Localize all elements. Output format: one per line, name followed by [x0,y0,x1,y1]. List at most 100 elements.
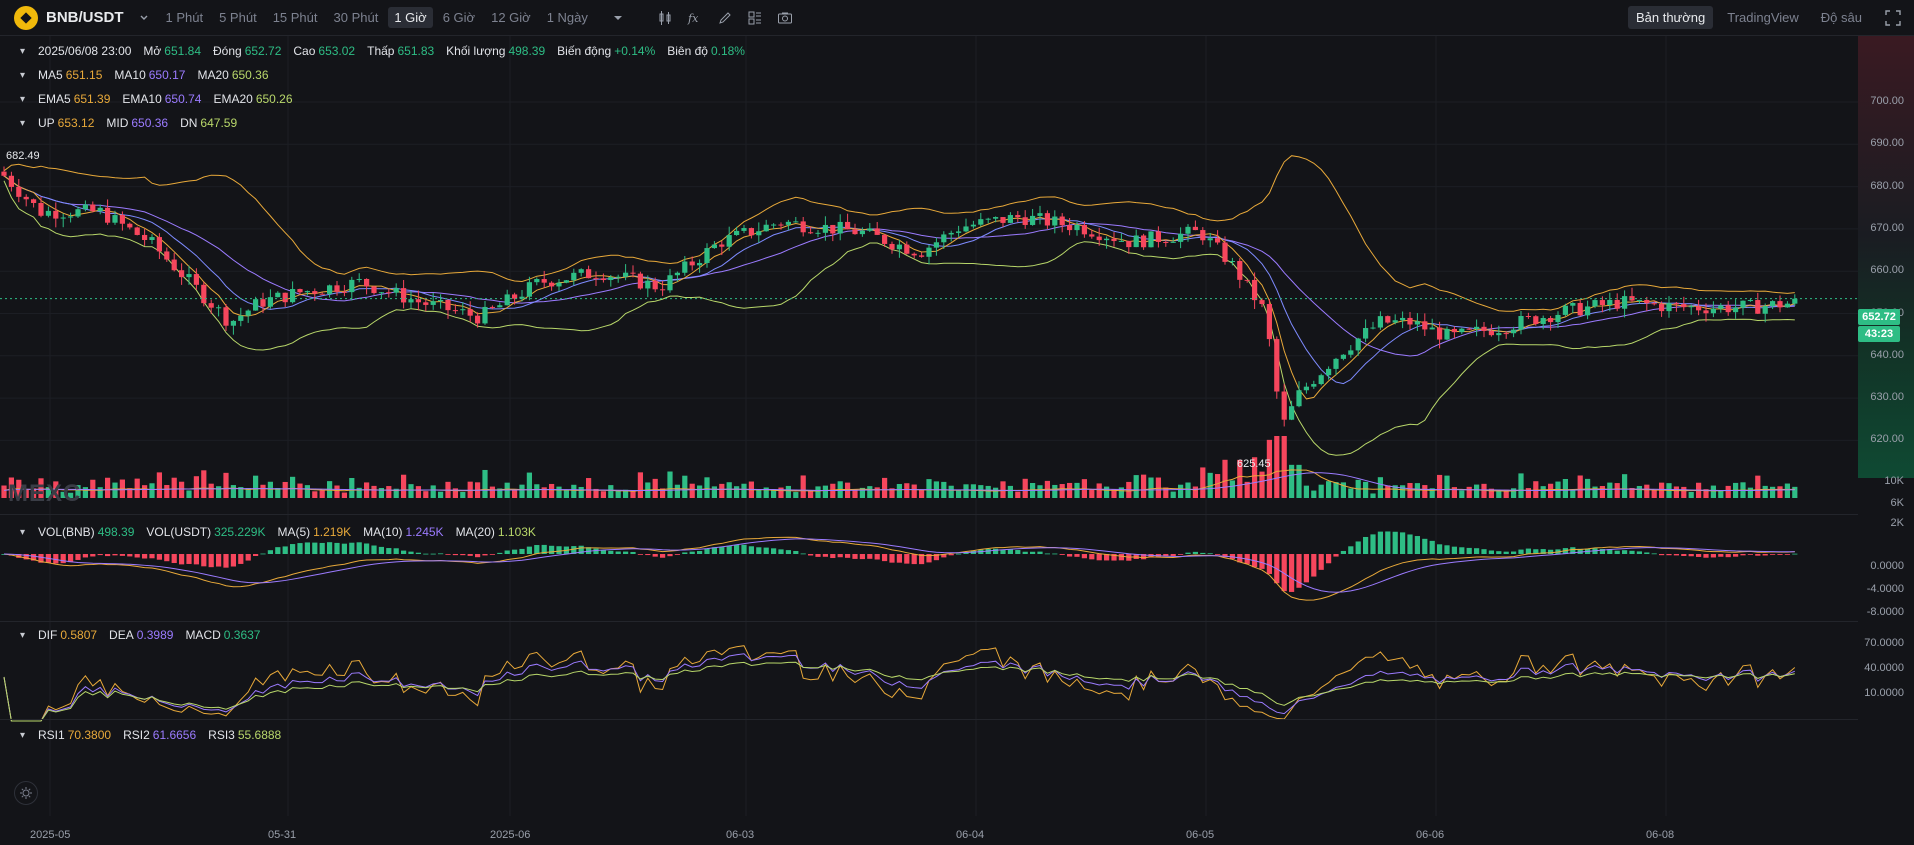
interval-tab[interactable]: 6 Giờ [437,7,481,28]
candle-body [297,289,303,293]
candle-body [704,248,710,263]
fullscreen-icon[interactable] [1884,9,1902,27]
interval-tab[interactable]: 30 Phút [328,7,385,28]
macd-histogram-bar [1015,550,1021,554]
candle-body [223,307,229,326]
candle-body [1437,327,1443,340]
vol-usdt-label: VOL(USDT) [146,525,212,539]
volume-bar [778,487,784,498]
candle-body [615,276,621,278]
macd-histogram-bar [1614,550,1620,554]
macd-histogram-bar [1118,554,1124,561]
volume-bar [556,486,562,498]
candle-body [1363,328,1369,339]
volume-bar [386,486,392,498]
volume-bar [549,483,555,498]
macd-histogram-bar [1392,531,1398,554]
interval-dropdown-icon[interactable] [610,10,626,26]
candle-body [1407,317,1413,325]
collapse-arrow-icon[interactable]: ▾ [20,46,32,57]
macd-histogram-bar [312,542,318,554]
candle-body [852,229,858,235]
volume-bar [904,483,910,498]
candle-body [822,224,828,233]
chart-canvas[interactable] [0,36,1914,845]
interval-tab[interactable]: 1 Ngày [541,7,594,28]
candle-body [1118,240,1124,242]
view-tab[interactable]: Bản thường [1627,6,1714,29]
candle-body [371,286,377,294]
candle-body [253,299,259,311]
volume-bar [1466,486,1472,498]
collapse-arrow-icon[interactable]: ▾ [20,527,32,538]
volume-bar [1444,475,1450,498]
pane-divider[interactable] [0,514,1858,515]
symbol-selector[interactable]: BNB/USDT [14,5,124,30]
interval-tab[interactable]: 1 Giờ [388,7,433,28]
macd-histogram-bar [1074,554,1080,557]
dea-label: DEA [109,628,134,642]
macd-histogram-bar [475,554,481,558]
macd-histogram-bar [785,550,791,554]
volume-bar [90,479,96,498]
candle-body [23,196,29,200]
pane-divider[interactable] [0,719,1858,720]
interval-tab[interactable]: 12 Giờ [485,7,537,28]
volume-bar [1089,488,1095,498]
pane-divider[interactable] [0,621,1858,622]
ema10-label: EMA10 [122,92,162,106]
macd-histogram-bar [889,554,895,563]
interval-tab[interactable]: 5 Phút [213,7,263,28]
layout-grid-icon[interactable] [740,6,770,30]
boll-legend: ▾ UP 653.12 MID 650.36 DN 647.59 [20,116,249,130]
chevron-down-icon[interactable] [136,10,152,26]
collapse-arrow-icon[interactable]: ▾ [20,70,32,81]
draw-pencil-icon[interactable] [710,6,740,30]
candle-body [260,299,266,307]
candle-type-icon[interactable] [650,6,680,30]
candle-body [793,221,799,223]
vol-ma10-value: 1.245K [405,525,444,539]
macd-histogram-bar [1096,554,1102,561]
collapse-arrow-icon[interactable]: ▾ [20,630,32,641]
view-tab[interactable]: Độ sâu [1813,6,1870,29]
candle-body [1126,240,1132,248]
macd-histogram-bar [1370,534,1376,554]
rsi3-value: 55.6888 [237,728,282,742]
volume-bar [371,485,377,498]
candle-body [1540,318,1546,324]
low-marker: 625.45 [1237,458,1271,470]
volume-bar [1385,485,1391,498]
volume-bar [482,469,488,498]
collapse-arrow-icon[interactable]: ▾ [20,118,32,129]
collapse-arrow-icon[interactable]: ▾ [20,94,32,105]
candle-body [563,280,569,283]
candle-body [1281,391,1287,420]
volume-bar [793,492,799,498]
close-value: 652.72 [244,44,282,58]
interval-tab[interactable]: 15 Phút [267,7,324,28]
candle-body [1148,231,1154,248]
collapse-arrow-icon[interactable]: ▾ [20,730,32,741]
volume-bar [304,485,310,498]
camera-icon[interactable] [770,6,800,30]
candle-body [970,224,976,227]
macd-histogram-bar [253,554,259,557]
volume-bar [1141,474,1147,498]
indicator-fx-icon[interactable]: fx [680,6,710,30]
interval-tab[interactable]: 1 Phút [160,7,210,28]
candle-body [933,242,939,248]
settings-gear-icon[interactable] [14,781,38,805]
candle-body [1178,233,1184,242]
ema5-label: EMA5 [38,92,71,106]
macd-histogram-bar [763,547,769,554]
volume-bar [1614,483,1620,498]
chart-area[interactable]: MEXC ▾ 2025/06/08 23:00 Mở 651.84 Đóng 652… [0,36,1914,845]
macd-histogram-bar [119,554,125,556]
macd-histogram-bar [674,554,680,555]
candle-body [1089,234,1095,237]
volume-bar [534,484,540,498]
high-marker: 682.49 [6,150,40,162]
view-tab[interactable]: TradingView [1719,6,1807,29]
volume-bar [1133,475,1139,498]
